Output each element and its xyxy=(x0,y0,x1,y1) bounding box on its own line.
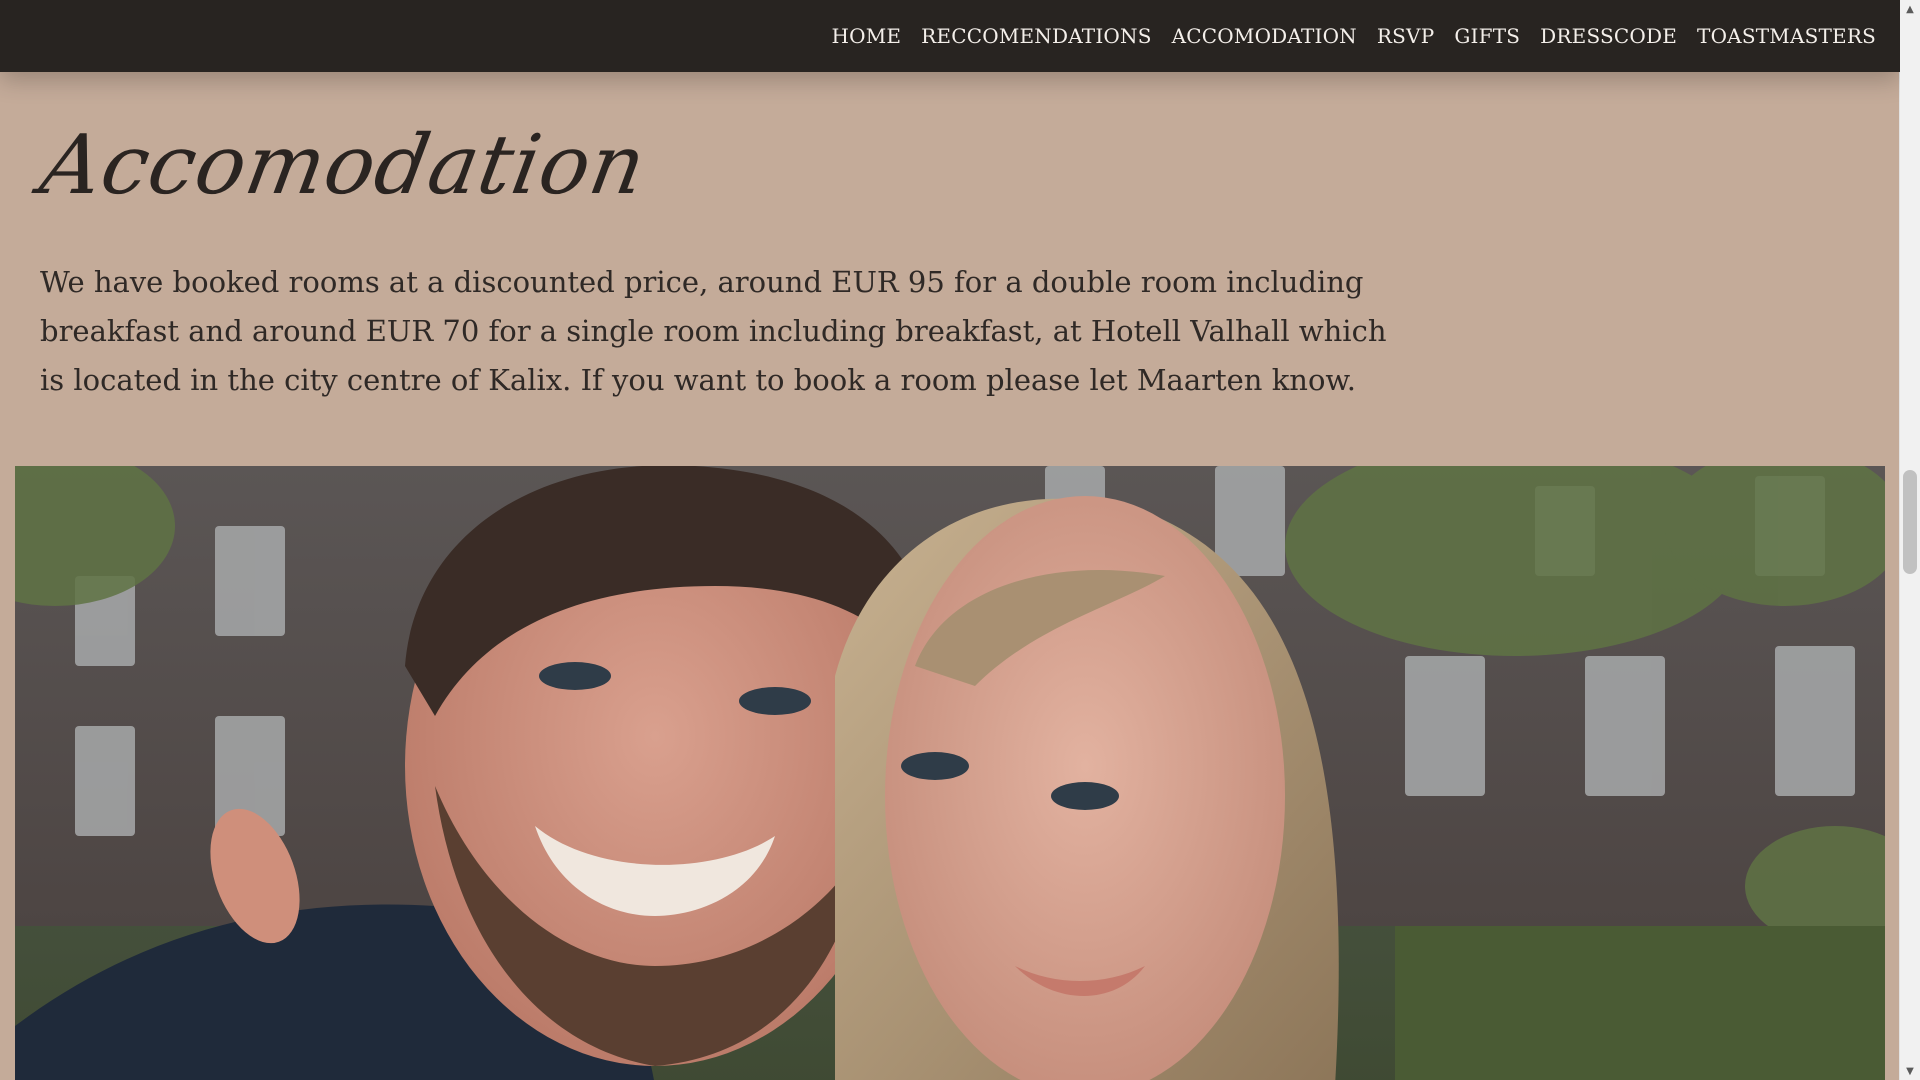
nav-rsvp[interactable]: RSVP xyxy=(1377,24,1434,48)
top-navigation-bar: HOME RECCOMENDATIONS ACCOMODATION RSVP G… xyxy=(0,0,1900,72)
main-nav: HOME RECCOMENDATIONS ACCOMODATION RSVP G… xyxy=(811,0,1876,72)
scroll-up-arrow-icon[interactable]: ▲ xyxy=(1900,0,1920,18)
scrollbar-thumb[interactable] xyxy=(1903,470,1917,574)
nav-reccomendations[interactable]: RECCOMENDATIONS xyxy=(921,24,1151,48)
couple-photo-illustration xyxy=(15,466,1885,1080)
nav-home[interactable]: HOME xyxy=(831,24,901,48)
nav-accomodation[interactable]: ACCOMODATION xyxy=(1172,24,1357,48)
couple-photo xyxy=(15,466,1885,1080)
vertical-scrollbar[interactable]: ▲ ▼ xyxy=(1899,0,1920,1080)
accomodation-description: We have booked rooms at a discounted pri… xyxy=(40,265,1387,397)
nav-gifts[interactable]: GIFTS xyxy=(1454,24,1520,48)
nav-dresscode[interactable]: DRESSCODE xyxy=(1540,24,1677,48)
page: HOME RECCOMENDATIONS ACCOMODATION RSVP G… xyxy=(0,0,1900,1080)
scroll-down-arrow-icon[interactable]: ▼ xyxy=(1900,1062,1920,1080)
nav-toastmasters[interactable]: TOASTMASTERS xyxy=(1697,24,1876,48)
section-title: Accomodation xyxy=(34,118,654,213)
